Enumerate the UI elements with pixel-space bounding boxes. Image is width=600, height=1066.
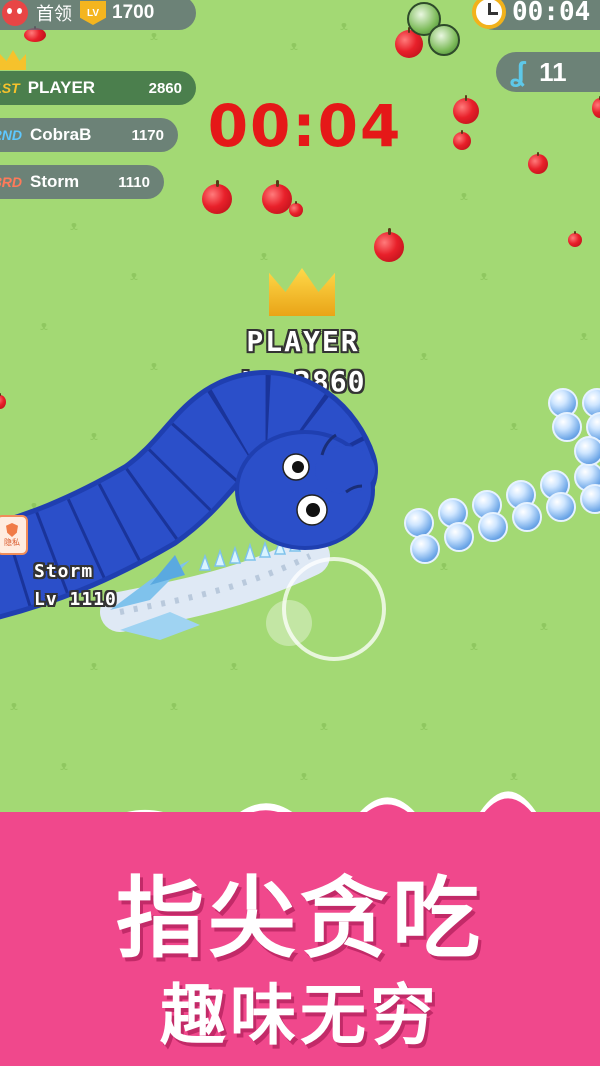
enemy-name: Storm: [34, 561, 94, 582]
game-stage[interactable]: ᴥᴥᴥᴥᴥᴥᴥᴥᴥᴥᴥᴥᴥᴥᴥᴥᴥᴥᴥᴥᴥᴥᴥᴥᴥᴥᴥᴥᴥᴥ 首领 LV 170…: [0, 0, 600, 1066]
banner-subtitle: 趣味无穷: [160, 977, 440, 1054]
snake-layer: [0, 370, 378, 640]
privacy-badge[interactable]: 隐私: [0, 515, 28, 555]
enemy-level: Lv 1110: [34, 589, 117, 610]
banner-title: 指尖贪吃: [115, 867, 484, 970]
shield-icon: [6, 523, 18, 537]
joystick-knob[interactable]: [266, 600, 312, 646]
privacy-label: 隐私: [4, 538, 20, 547]
